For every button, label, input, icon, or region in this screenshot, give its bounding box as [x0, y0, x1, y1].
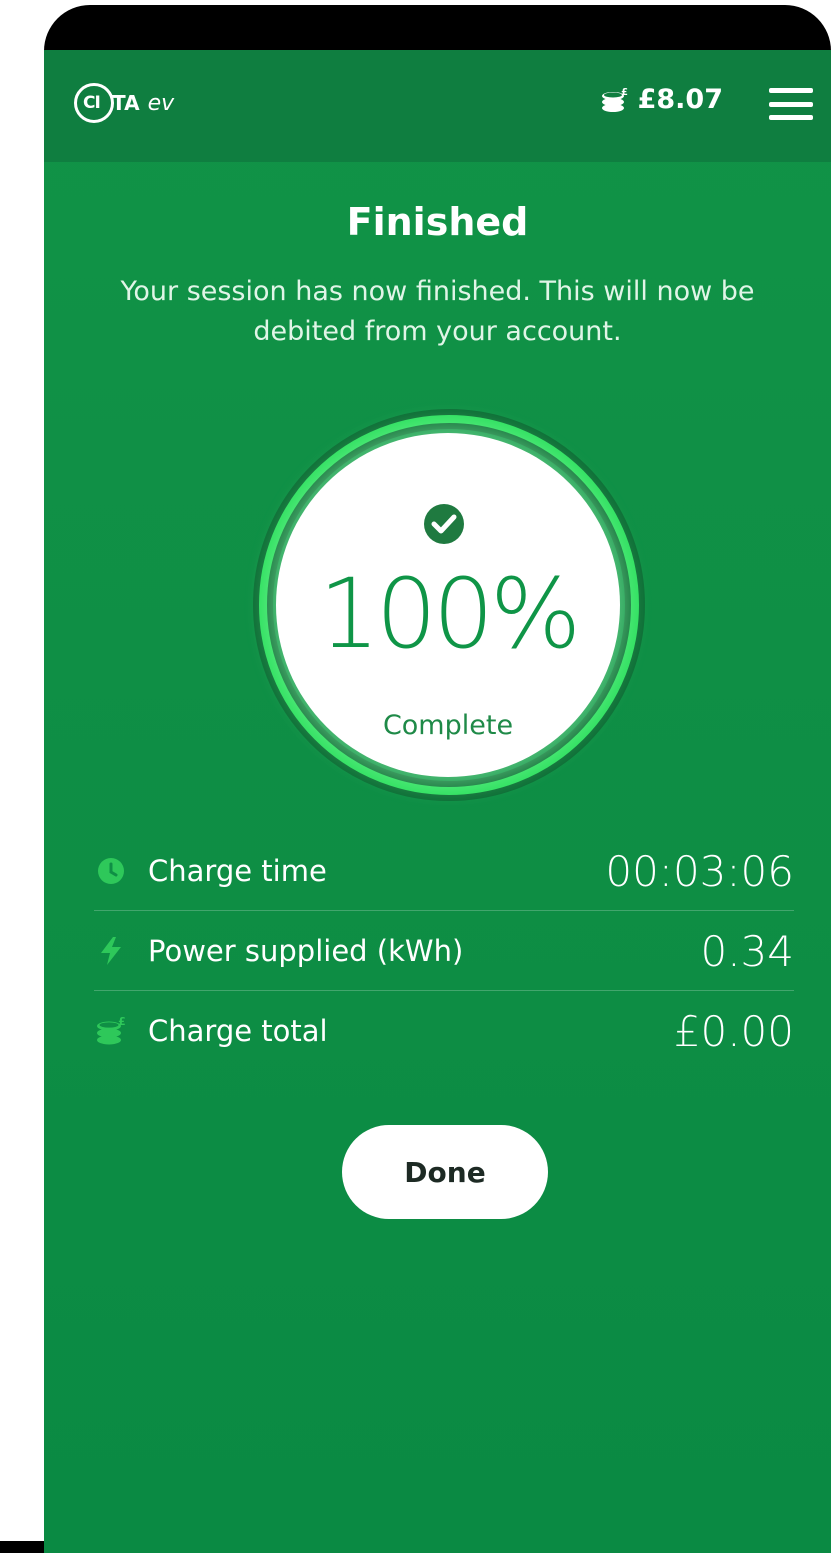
page-subtitle: Your session has now finished. This will…: [120, 276, 755, 347]
divider: [94, 990, 794, 991]
stat-label: Power supplied (kWh): [148, 934, 464, 968]
check-circle-icon: [424, 504, 464, 544]
stat-label: Charge time: [148, 854, 327, 888]
progress-percent: 100%: [318, 558, 581, 670]
stat-value: £0.00: [673, 1006, 794, 1056]
clock-icon: [98, 858, 124, 884]
stat-label: Charge total: [148, 1014, 328, 1048]
account-balance[interactable]: £ £8.07: [600, 84, 723, 115]
svg-text:£: £: [118, 1015, 126, 1028]
progress-status: Complete: [382, 710, 514, 741]
stat-charge-total: £ Charge total £0.00: [94, 992, 794, 1070]
balance-amount: £8.07: [637, 84, 723, 115]
done-button[interactable]: Done: [342, 1125, 548, 1219]
bottom-edge: [0, 1541, 44, 1553]
cita-ev-logo[interactable]: CI TA ev: [74, 83, 174, 123]
stat-value: 0.34: [700, 926, 794, 976]
stat-power-supplied: Power supplied (kWh) 0.34: [94, 912, 794, 990]
page-title: Finished: [346, 200, 529, 244]
hamburger-menu-icon[interactable]: [769, 88, 813, 120]
coins-icon: £: [601, 87, 628, 112]
stat-charge-time: Charge time 00:03:06: [94, 832, 794, 910]
lightning-bolt-icon: [101, 937, 121, 965]
svg-text:£: £: [621, 87, 628, 98]
phone-frame: CI TA ev £ £8.07 Finished Your session h…: [44, 5, 831, 1553]
logo-mark: CI: [74, 83, 114, 123]
divider: [94, 910, 794, 911]
stat-value: 00:03:06: [605, 846, 794, 896]
app-header: CI TA ev £ £8.07: [44, 50, 831, 162]
coins-icon: £: [97, 1015, 126, 1045]
app-screen: CI TA ev £ £8.07 Finished Your session h…: [44, 50, 831, 1553]
